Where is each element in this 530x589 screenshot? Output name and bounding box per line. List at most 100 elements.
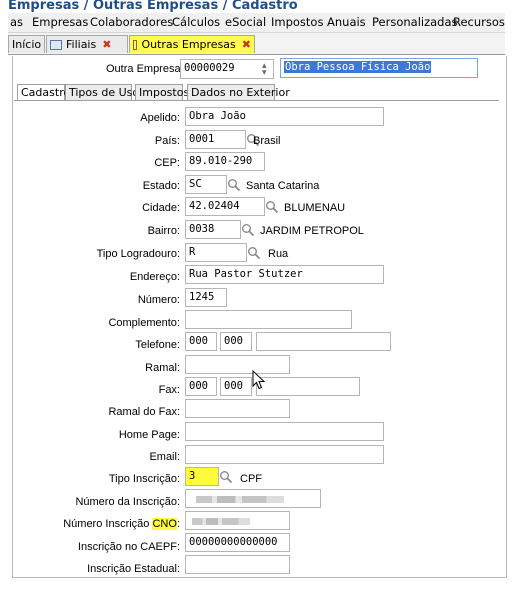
menu-bar: as Empresas Colaboradores Cálculos eSoci…: [8, 13, 505, 33]
telefone-label: Telefone:: [135, 339, 180, 351]
menu-item-personalizadas[interactable]: Personalizadas: [372, 15, 458, 29]
tipo-inscricao-code-field[interactable]: 3: [185, 467, 219, 486]
numero-value: 1245: [189, 291, 215, 303]
search-icon[interactable]: [227, 178, 241, 192]
mouse-cursor-icon: [252, 370, 266, 390]
menu-item-colaboradores[interactable]: Colaboradores: [90, 15, 173, 29]
outra-empresa-code-field[interactable]: 00000029: [180, 59, 274, 79]
bairro-code: 0038: [189, 223, 215, 235]
close-icon[interactable]: ✖: [102, 38, 111, 51]
window-icon: [50, 39, 62, 50]
telefone-prefixo: 000: [224, 335, 243, 347]
tipo-inscricao-code: 3: [189, 470, 196, 482]
telefone-numero-field[interactable]: [256, 332, 391, 351]
tipo-logradouro-code: R: [189, 246, 196, 258]
numero-field[interactable]: 1245: [185, 288, 227, 307]
numero-inscricao-cno-field[interactable]: [185, 511, 290, 530]
endereco-field[interactable]: Rua Pastor Stutzer: [185, 265, 384, 284]
menu-item-esocial[interactable]: eSocial: [225, 15, 266, 29]
apelido-value: Obra João: [189, 110, 246, 122]
tipo-logradouro-label: Tipo Logradouro:: [96, 248, 180, 260]
fax-prefixo-field[interactable]: 000: [220, 377, 252, 396]
ramal-field[interactable]: [185, 355, 290, 374]
tab-divider: [14, 100, 499, 101]
outra-empresa-name-field[interactable]: Obra Pessoa Física João: [280, 58, 478, 78]
redacted-value: [196, 496, 284, 503]
pais-label: País:: [154, 135, 180, 147]
search-icon[interactable]: [241, 223, 255, 237]
outra-empresa-name: Obra Pessoa Física João: [284, 61, 432, 73]
pais-desc: Brasil: [253, 135, 281, 147]
bairro-code-field[interactable]: 0038: [185, 220, 241, 239]
bairro-label: Bairro:: [147, 225, 180, 237]
bairro-desc: JARDIM PETROPOL: [260, 225, 364, 237]
spinner-icon[interactable]: ▴ ▾: [262, 61, 267, 77]
menu-item-empresas[interactable]: Empresas: [32, 15, 88, 29]
breadcrumb: Empresas / Outras Empresas / Cadastro: [8, 0, 298, 13]
fax-prefixo: 000: [224, 380, 243, 392]
tab-outras-empresas[interactable]: Outras Empresas ✖: [129, 35, 255, 53]
fax-ddd-field[interactable]: 000: [185, 377, 217, 396]
tipo-logradouro-code-field[interactable]: R: [185, 243, 247, 262]
tab-label: Outras Empresas: [141, 38, 236, 51]
close-icon[interactable]: ✖: [242, 38, 251, 51]
numero-inscricao-field[interactable]: [185, 489, 321, 508]
outra-empresa-code: 00000029: [184, 62, 235, 74]
apelido-field[interactable]: Obra João: [185, 107, 384, 126]
inscricao-estadual-field[interactable]: [185, 555, 290, 574]
telefone-prefixo-field[interactable]: 000: [220, 332, 252, 351]
cidade-code-field[interactable]: 42.02404: [185, 197, 265, 216]
search-icon[interactable]: [265, 200, 279, 214]
menu-item-as[interactable]: as: [10, 15, 23, 29]
tab-dados-no-exterior[interactable]: Dados no Exterior: [187, 84, 290, 100]
ramal-fax-field[interactable]: [185, 399, 290, 418]
redacted-value: [192, 518, 250, 525]
ramal-label: Ramal:: [145, 362, 180, 374]
window-icon: [133, 39, 138, 50]
window-tab-bar: Início Filiais ✖ Outras Empresas ✖: [8, 33, 505, 55]
estado-code: SC: [189, 178, 202, 190]
tipo-inscricao-desc: CPF: [240, 473, 262, 485]
endereco-label: Endereço:: [129, 271, 180, 283]
search-icon[interactable]: [219, 470, 233, 484]
menu-item-anuais[interactable]: Anuais: [327, 15, 366, 29]
tipo-inscricao-label: Tipo Inscrição:: [108, 473, 180, 485]
email-field[interactable]: [185, 445, 384, 464]
cep-label: CEP:: [154, 157, 180, 169]
tab-inicio[interactable]: Início: [8, 35, 45, 53]
search-icon[interactable]: [247, 246, 261, 260]
home-page-field[interactable]: [185, 422, 384, 441]
apelido-label: Apelido:: [140, 112, 180, 124]
pais-code-field[interactable]: 0001: [185, 130, 246, 149]
menu-item-calculos[interactable]: Cálculos: [172, 15, 220, 29]
cep-field[interactable]: 89.010-290: [185, 152, 265, 171]
tab-impostos[interactable]: Impostos: [135, 84, 189, 100]
numero-inscricao-label: Número da Inscrição:: [75, 496, 180, 508]
inscricao-estadual-label: Inscrição Estadual:: [87, 563, 180, 575]
tab-label: Início: [12, 38, 42, 51]
inscricao-caepf-label: Inscrição no CAEPF:: [77, 541, 180, 553]
telefone-ddd-field[interactable]: 000: [185, 332, 217, 351]
pais-code: 0001: [189, 133, 215, 145]
telefone-ddd: 000: [189, 335, 208, 347]
inscricao-caepf-field[interactable]: 00000000000000: [185, 533, 290, 552]
estado-code-field[interactable]: SC: [185, 175, 227, 194]
menu-item-impostos[interactable]: Impostos: [271, 15, 323, 29]
fax-ddd: 000: [189, 380, 208, 392]
complemento-label: Complemento:: [108, 317, 180, 329]
tab-filiais[interactable]: Filiais ✖: [46, 35, 128, 53]
home-page-label: Home Page:: [118, 429, 180, 441]
fax-numero-field[interactable]: [256, 377, 360, 396]
outra-empresa-label: Outra Empresa:: [106, 63, 184, 75]
menu-item-recursos[interactable]: Recursos: [453, 15, 505, 29]
tipo-logradouro-desc: Rua: [268, 248, 289, 260]
numero-inscricao-cno-label: Número Inscrição CNO:: [63, 518, 180, 530]
tab-tipos-de-uso[interactable]: Tipos de Uso: [65, 84, 139, 100]
estado-label: Estado:: [142, 180, 180, 192]
complemento-field[interactable]: [185, 310, 352, 329]
tab-cadastro[interactable]: Cadastro: [17, 84, 70, 101]
estado-desc: Santa Catarina: [246, 180, 320, 192]
tab-label: Filiais: [66, 38, 97, 51]
email-label: Email:: [149, 451, 180, 463]
numero-label: Número:: [137, 294, 180, 306]
